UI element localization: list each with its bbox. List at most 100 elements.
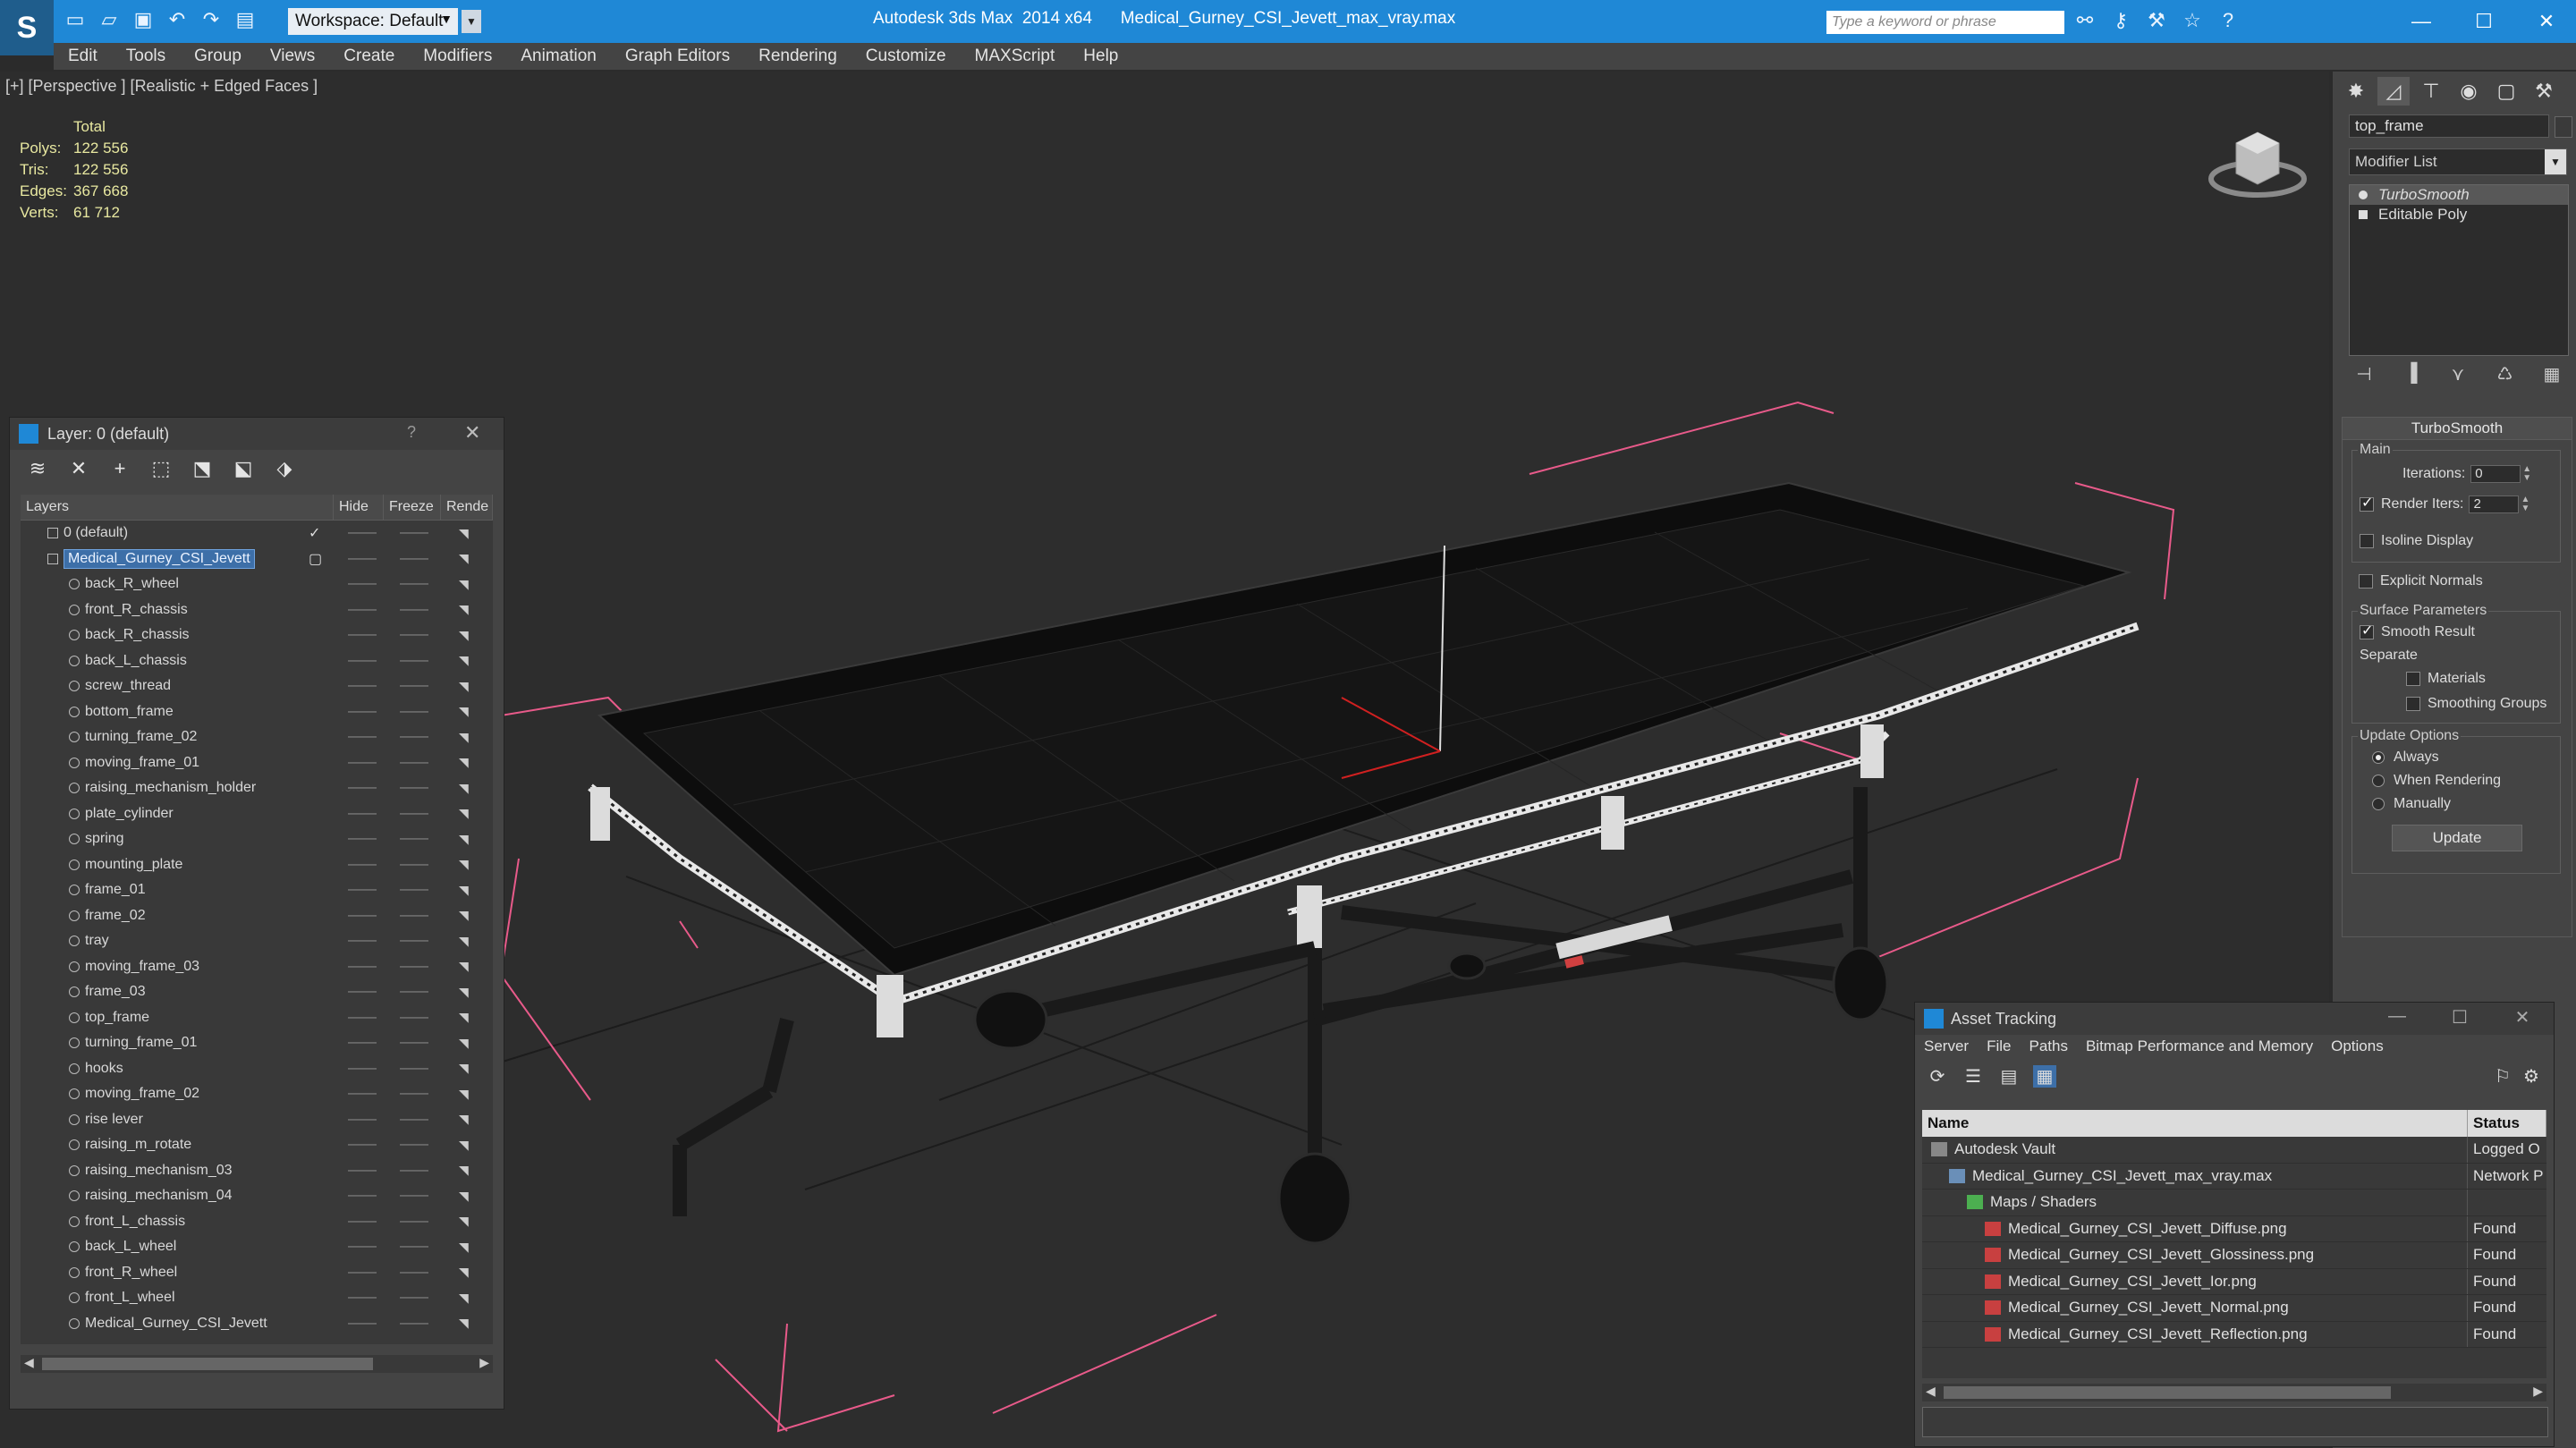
- asset-row[interactable]: Medical_Gurney_CSI_Jevett_Diffuse.png Fou…: [1922, 1215, 2546, 1242]
- layer-object-row[interactable]: front_L_wheel —— —— ◥: [21, 1285, 493, 1311]
- freeze-toggle[interactable]: ——: [400, 780, 428, 796]
- render-toggle-icon[interactable]: ◥: [459, 526, 469, 541]
- detail-view-icon[interactable]: ▤: [1997, 1065, 2021, 1088]
- spinner-arrows-icon[interactable]: ▲ ▼: [2521, 495, 2531, 513]
- render-toggle-icon[interactable]: ◥: [459, 857, 469, 872]
- minimize-icon[interactable]: —: [2390, 4, 2453, 39]
- layer-object-row[interactable]: spring —— —— ◥: [21, 826, 493, 852]
- render-toggle-icon[interactable]: ◥: [459, 704, 469, 719]
- asset-row[interactable]: Medical_Gurney_CSI_Jevett_max_vray.max Ne…: [1922, 1163, 2546, 1190]
- refresh-icon[interactable]: ⟳: [1926, 1065, 1949, 1088]
- layer-window-titlebar[interactable]: Layer: 0 (default) ? ✕: [10, 418, 504, 450]
- asset-row[interactable]: Medical_Gurney_CSI_Jevett_Ior.png Found: [1922, 1268, 2546, 1295]
- layer-object-row[interactable]: frame_02 —— —— ◥: [21, 903, 493, 929]
- render-toggle-icon[interactable]: ◥: [459, 832, 469, 847]
- freeze-toggle[interactable]: ——: [400, 1290, 428, 1306]
- hide-toggle[interactable]: ——: [348, 729, 377, 745]
- hide-toggle[interactable]: ——: [348, 627, 377, 643]
- delete-layer-icon[interactable]: ✕: [67, 457, 90, 480]
- scroll-thumb[interactable]: [42, 1358, 373, 1370]
- layer-object-row[interactable]: top_frame —— —— ◥: [21, 1005, 493, 1031]
- hide-toggle[interactable]: ——: [348, 1188, 377, 1204]
- scroll-right-icon[interactable]: ▶: [479, 1355, 489, 1370]
- menu-views[interactable]: Views: [256, 47, 329, 66]
- menu-customize[interactable]: Customize: [852, 47, 961, 66]
- freeze-toggle[interactable]: ——: [400, 1061, 428, 1077]
- search-input[interactable]: Type a keyword or phrase: [1826, 11, 2064, 34]
- menu-tools[interactable]: Tools: [112, 47, 180, 66]
- remove-modifier-icon[interactable]: ♺: [2490, 363, 2521, 385]
- render-toggle-icon[interactable]: ◥: [459, 730, 469, 745]
- asset-row[interactable]: Medical_Gurney_CSI_Jevett_Normal.png Foun…: [1922, 1295, 2546, 1322]
- render-toggle-icon[interactable]: ◥: [459, 1010, 469, 1025]
- layer-object-row[interactable]: raising_mechanism_04 —— —— ◥: [21, 1183, 493, 1209]
- freeze-toggle[interactable]: ——: [400, 1188, 428, 1204]
- asset-menu-bitmap[interactable]: Bitmap Performance and Memory: [2077, 1037, 2322, 1055]
- hide-toggle[interactable]: ——: [348, 525, 377, 541]
- hide-toggle[interactable]: ——: [348, 704, 377, 720]
- app-logo-icon[interactable]: S: [0, 0, 54, 55]
- open-file-icon[interactable]: ▱: [97, 7, 122, 32]
- hide-toggle[interactable]: ——: [348, 678, 377, 694]
- freeze-toggle[interactable]: ——: [400, 1112, 428, 1128]
- explicit-normals-checkbox[interactable]: [2359, 574, 2373, 589]
- freeze-toggle[interactable]: ——: [400, 1239, 428, 1255]
- hide-toggle[interactable]: ——: [348, 1265, 377, 1281]
- render-iters-checkbox[interactable]: [2360, 494, 2374, 512]
- layer-object-row[interactable]: hooks —— —— ◥: [21, 1056, 493, 1082]
- render-toggle-icon[interactable]: ◥: [459, 1138, 469, 1153]
- hide-toggle[interactable]: ——: [348, 1290, 377, 1306]
- freeze-toggle[interactable]: ——: [400, 1316, 428, 1332]
- maximize-icon[interactable]: ☐: [2453, 4, 2515, 39]
- menu-graph-editors[interactable]: Graph Editors: [611, 47, 744, 66]
- layer-object-row[interactable]: back_R_chassis —— —— ◥: [21, 622, 493, 648]
- column-freeze[interactable]: Freeze: [384, 495, 441, 520]
- layer-object-row[interactable]: moving_frame_02 —— —— ◥: [21, 1081, 493, 1107]
- layer-object-row[interactable]: raising_mechanism_holder —— —— ◥: [21, 775, 493, 801]
- close-icon[interactable]: ✕: [2515, 4, 2576, 39]
- layer-object-row[interactable]: moving_frame_01 —— —— ◥: [21, 750, 493, 776]
- menu-group[interactable]: Group: [180, 47, 256, 66]
- freeze-toggle[interactable]: ——: [400, 1163, 428, 1179]
- freeze-toggle[interactable]: ——: [400, 1137, 428, 1153]
- asset-row[interactable]: Medical_Gurney_CSI_Jevett_Glossiness.png…: [1922, 1242, 2546, 1269]
- scroll-thumb[interactable]: [1944, 1386, 2391, 1399]
- asset-window-titlebar[interactable]: Asset Tracking — ☐ ✕: [1915, 1003, 2554, 1035]
- utilities-tab-icon[interactable]: ⚒: [2528, 77, 2560, 106]
- when-rendering-radio[interactable]: [2372, 775, 2385, 787]
- render-toggle-icon[interactable]: ◥: [459, 602, 469, 617]
- select-objects-icon[interactable]: ⬚: [149, 457, 173, 480]
- hide-toggle[interactable]: ——: [348, 1214, 377, 1230]
- hide-toggle[interactable]: ——: [348, 1061, 377, 1077]
- layer-row-selected[interactable]: Medical_Gurney_CSI_Jevett ▢ —— —— ◥: [21, 546, 493, 572]
- freeze-toggle[interactable]: ——: [400, 551, 428, 567]
- render-toggle-icon[interactable]: ◥: [459, 1189, 469, 1204]
- key-icon[interactable]: ⚷: [2109, 9, 2132, 32]
- help-icon[interactable]: ?: [2216, 9, 2240, 32]
- isoline-checkbox[interactable]: [2360, 534, 2374, 548]
- hide-toggle[interactable]: ——: [348, 1316, 377, 1332]
- menu-modifiers[interactable]: Modifiers: [409, 47, 506, 66]
- layer-object-row[interactable]: back_L_wheel —— —— ◥: [21, 1234, 493, 1260]
- modifier-list-dropdown[interactable]: Modifier List ▼: [2349, 148, 2567, 175]
- freeze-toggle[interactable]: ——: [400, 576, 428, 592]
- hide-toggle[interactable]: ——: [348, 1010, 377, 1026]
- add-to-layer-icon[interactable]: +: [108, 457, 131, 480]
- freeze-toggle[interactable]: ——: [400, 806, 428, 822]
- scroll-left-icon[interactable]: ◀: [24, 1355, 34, 1370]
- layer-object-row[interactable]: rise lever —— —— ◥: [21, 1107, 493, 1133]
- freeze-toggle[interactable]: ——: [400, 627, 428, 643]
- layer-horizontal-scrollbar[interactable]: ◀ ▶: [21, 1355, 493, 1373]
- column-render[interactable]: Rende: [441, 495, 493, 520]
- iterations-spinner[interactable]: 0: [2470, 465, 2521, 483]
- render-toggle-icon[interactable]: ◥: [459, 1163, 469, 1178]
- save-icon[interactable]: ▣: [131, 7, 156, 32]
- hide-toggle[interactable]: ——: [348, 857, 377, 873]
- manually-radio[interactable]: [2372, 798, 2385, 810]
- hide-toggle[interactable]: ——: [348, 576, 377, 592]
- stack-item-editable-poly[interactable]: Editable Poly: [2350, 205, 2568, 224]
- freeze-toggle[interactable]: ——: [400, 831, 428, 847]
- table-view-icon[interactable]: ▦: [2033, 1064, 2056, 1088]
- render-toggle-icon[interactable]: ◥: [459, 755, 469, 770]
- smooth-result-checkbox[interactable]: [2360, 622, 2374, 639]
